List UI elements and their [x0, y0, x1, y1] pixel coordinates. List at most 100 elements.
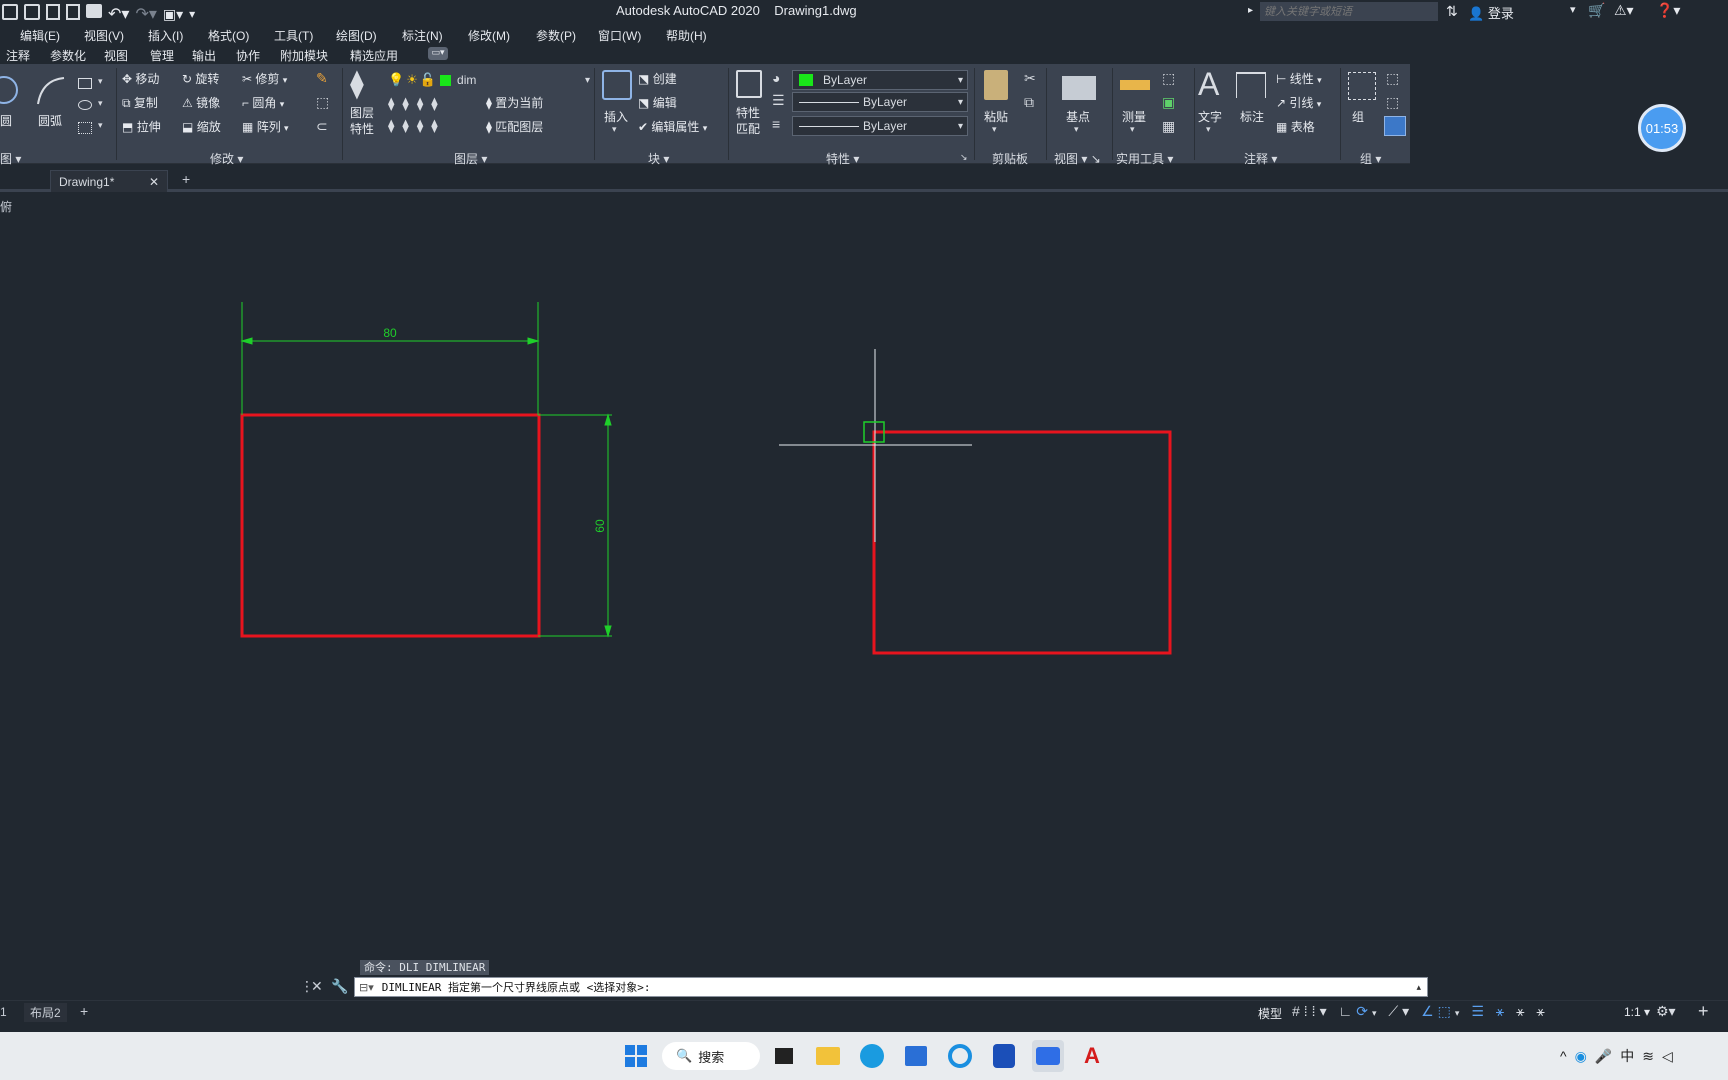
isodraft-icon[interactable]: ⟋▾ [1388, 1003, 1413, 1019]
stretch-button[interactable]: ⬒ 拉伸 [122, 118, 161, 135]
dimension-icon[interactable] [1236, 72, 1266, 98]
grid-icon[interactable]: # [1292, 1003, 1304, 1019]
annotation-panel-title[interactable]: 注释 ▾ [1244, 150, 1277, 167]
info-center-icon[interactable]: ⇅ [1446, 3, 1458, 20]
offset-icon[interactable]: ⊂ [316, 118, 328, 135]
edit-attributes-button[interactable]: ✔ 编辑属性 ▾ [638, 118, 707, 135]
copy-clip-icon[interactable]: ⧉ [1024, 94, 1034, 111]
arc-icon[interactable] [34, 74, 68, 108]
properties-panel-title[interactable]: 特性 ▾ [826, 150, 859, 167]
layer-tools-row2[interactable]: ⧫⧫⧫⧫ [388, 118, 446, 134]
microphone-icon[interactable]: 🎤 [1595, 1048, 1620, 1064]
ribbon-minimize-icon[interactable]: ▭▾ [428, 47, 448, 60]
match-properties-icon[interactable] [736, 70, 762, 98]
menu-tools[interactable]: 工具(T) [274, 27, 313, 44]
tab-collaborate[interactable]: 协作 [236, 47, 260, 64]
autocad-taskbar-icon[interactable]: A [1076, 1040, 1108, 1072]
print-icon[interactable] [86, 4, 102, 18]
table-button[interactable]: ▦ 表格 [1276, 118, 1315, 135]
annotation-scale[interactable]: 1:1 ▾ [1624, 1005, 1650, 1019]
left-rectangle[interactable] [240, 413, 541, 638]
set-current-button[interactable]: ⧫ 置为当前 [486, 94, 543, 111]
view-panel-title[interactable]: 视图 ▾ ↘ [1054, 150, 1101, 167]
menu-dimension[interactable]: 标注(N) [402, 27, 443, 44]
rotate-button[interactable]: ↻ 旋转 [182, 70, 219, 87]
file-tab-drawing1[interactable]: Drawing1* ✕ [50, 170, 168, 192]
close-icon[interactable]: ✕ [149, 175, 159, 189]
command-history-toggle-icon[interactable]: ▴ [1416, 982, 1421, 993]
ellipse-dropdown-icon[interactable]: ▾ [98, 98, 103, 109]
calculator-icon[interactable]: ▦ [1162, 118, 1175, 135]
tab-featured-apps[interactable]: 精选应用 [350, 47, 398, 64]
erase-icon[interactable]: ✎ [316, 70, 328, 87]
save-as-icon[interactable] [24, 4, 40, 20]
modify-panel-title[interactable]: 修改 ▾ [210, 150, 243, 167]
group-selection-icon[interactable] [1384, 116, 1406, 136]
tab-output[interactable]: 输出 [192, 47, 216, 64]
sign-in-button[interactable]: 👤 登录 [1468, 3, 1514, 22]
lineweight-dropdown[interactable]: ByLayer ▾ [792, 92, 968, 112]
store-icon[interactable] [900, 1040, 932, 1072]
hatch-dropdown-icon[interactable]: ▾ [98, 120, 103, 131]
ungroup-icon[interactable]: ⬚ [1386, 70, 1399, 87]
horizontal-dimension[interactable] [240, 302, 540, 415]
customize-plus-icon[interactable]: + [1698, 1001, 1709, 1022]
tab-annotate[interactable]: 注释 [6, 47, 30, 64]
command-input[interactable]: ⊟▾ DIMLINEAR 指定第一个尺寸界线原点或 <选择对象>: ▴ [354, 977, 1428, 997]
circle-icon[interactable] [0, 76, 18, 104]
menu-parametric[interactable]: 参数(P) [536, 27, 576, 44]
feishu-icon[interactable] [1032, 1040, 1064, 1072]
paste-icon[interactable] [984, 70, 1008, 100]
workspace-gear-icon[interactable]: ⚙▾ [1656, 1003, 1676, 1020]
cart-icon[interactable]: 🛒 [1588, 2, 1605, 19]
text-icon[interactable]: A [1198, 68, 1219, 100]
mirror-button[interactable]: ⚠ 镜像 [182, 94, 220, 111]
layers-panel-title[interactable]: 图层 ▾ [454, 150, 487, 167]
menu-insert[interactable]: 插入(I) [148, 27, 183, 44]
ie-icon[interactable] [944, 1040, 976, 1072]
color-dropdown[interactable]: ByLayer ▾ [792, 70, 968, 90]
insert-block-icon[interactable] [602, 70, 632, 100]
menu-draw[interactable]: 绘图(D) [336, 27, 377, 44]
tab-view[interactable]: 视图 [104, 47, 128, 64]
linear-dim-button[interactable]: ⊢ 线性 ▾ [1276, 70, 1322, 87]
insert-dropdown-icon[interactable]: ▾ [612, 124, 617, 135]
color-wheel-icon[interactable]: ◕ [772, 70, 780, 86]
match-layer-button[interactable]: ⧫ 匹配图层 [486, 118, 543, 135]
group-edit-icon[interactable]: ⬚ [1386, 94, 1399, 111]
cut-icon[interactable]: ✂ [1024, 70, 1036, 87]
osnap-tracking-icon[interactable]: ∠ [1421, 1003, 1438, 1019]
start-icon[interactable] [620, 1040, 652, 1072]
quick-select-icon[interactable]: ⬚ [1162, 70, 1175, 87]
dialog-launcher-icon[interactable]: ↘ [960, 152, 968, 163]
group-icon[interactable] [1348, 72, 1376, 100]
command-close-icon[interactable]: ✕ [311, 978, 323, 995]
snap-icon[interactable]: ⁞⁞▾ [1304, 1003, 1331, 1019]
menu-format[interactable]: 格式(O) [208, 27, 249, 44]
menu-modify[interactable]: 修改(M) [468, 27, 510, 44]
explode-icon[interactable]: ⬚ [316, 94, 329, 111]
new-icon[interactable] [46, 4, 60, 20]
utilities-panel-title[interactable]: 实用工具 ▾ [1116, 150, 1173, 167]
right-rectangle[interactable] [872, 430, 1172, 655]
drafting-settings[interactable]: #⁞⁞▾ ∟⟳▾ ⟋▾ ∠⬚▾ ☰ ⚹ ⚹ ⚹ [1292, 1003, 1549, 1020]
edit-block-button[interactable]: ⬔ 编辑 [638, 94, 677, 111]
select-all-icon[interactable]: ▣ [1162, 94, 1175, 111]
menu-window[interactable]: 窗口(W) [598, 27, 641, 44]
model-space-button[interactable]: 模型 [1258, 1005, 1282, 1022]
leader-button[interactable]: ↗ 引线 ▾ [1276, 94, 1321, 111]
auto-scale-icon[interactable]: ⚹ [1516, 1003, 1528, 1019]
rectangle-dropdown-icon[interactable]: ▾ [98, 76, 103, 87]
menu-view[interactable]: 视图(V) [84, 27, 124, 44]
hatch-icon[interactable] [78, 122, 92, 134]
measure-dropdown-icon[interactable]: ▾ [1130, 124, 1135, 135]
search-input[interactable] [1260, 2, 1438, 21]
app-icon[interactable] [988, 1040, 1020, 1072]
layer-tools-row1[interactable]: ⧫⧫⧫⧫ [388, 96, 446, 112]
file-explorer-icon[interactable] [812, 1040, 844, 1072]
rectangle-icon[interactable] [78, 78, 92, 89]
qat-menu-icon[interactable]: ▾ [189, 4, 195, 24]
fillet-button[interactable]: ⌐ 圆角 ▾ [242, 94, 284, 111]
base-dropdown-icon[interactable]: ▾ [1074, 124, 1079, 135]
menu-edit[interactable]: 编辑(E) [20, 27, 60, 44]
